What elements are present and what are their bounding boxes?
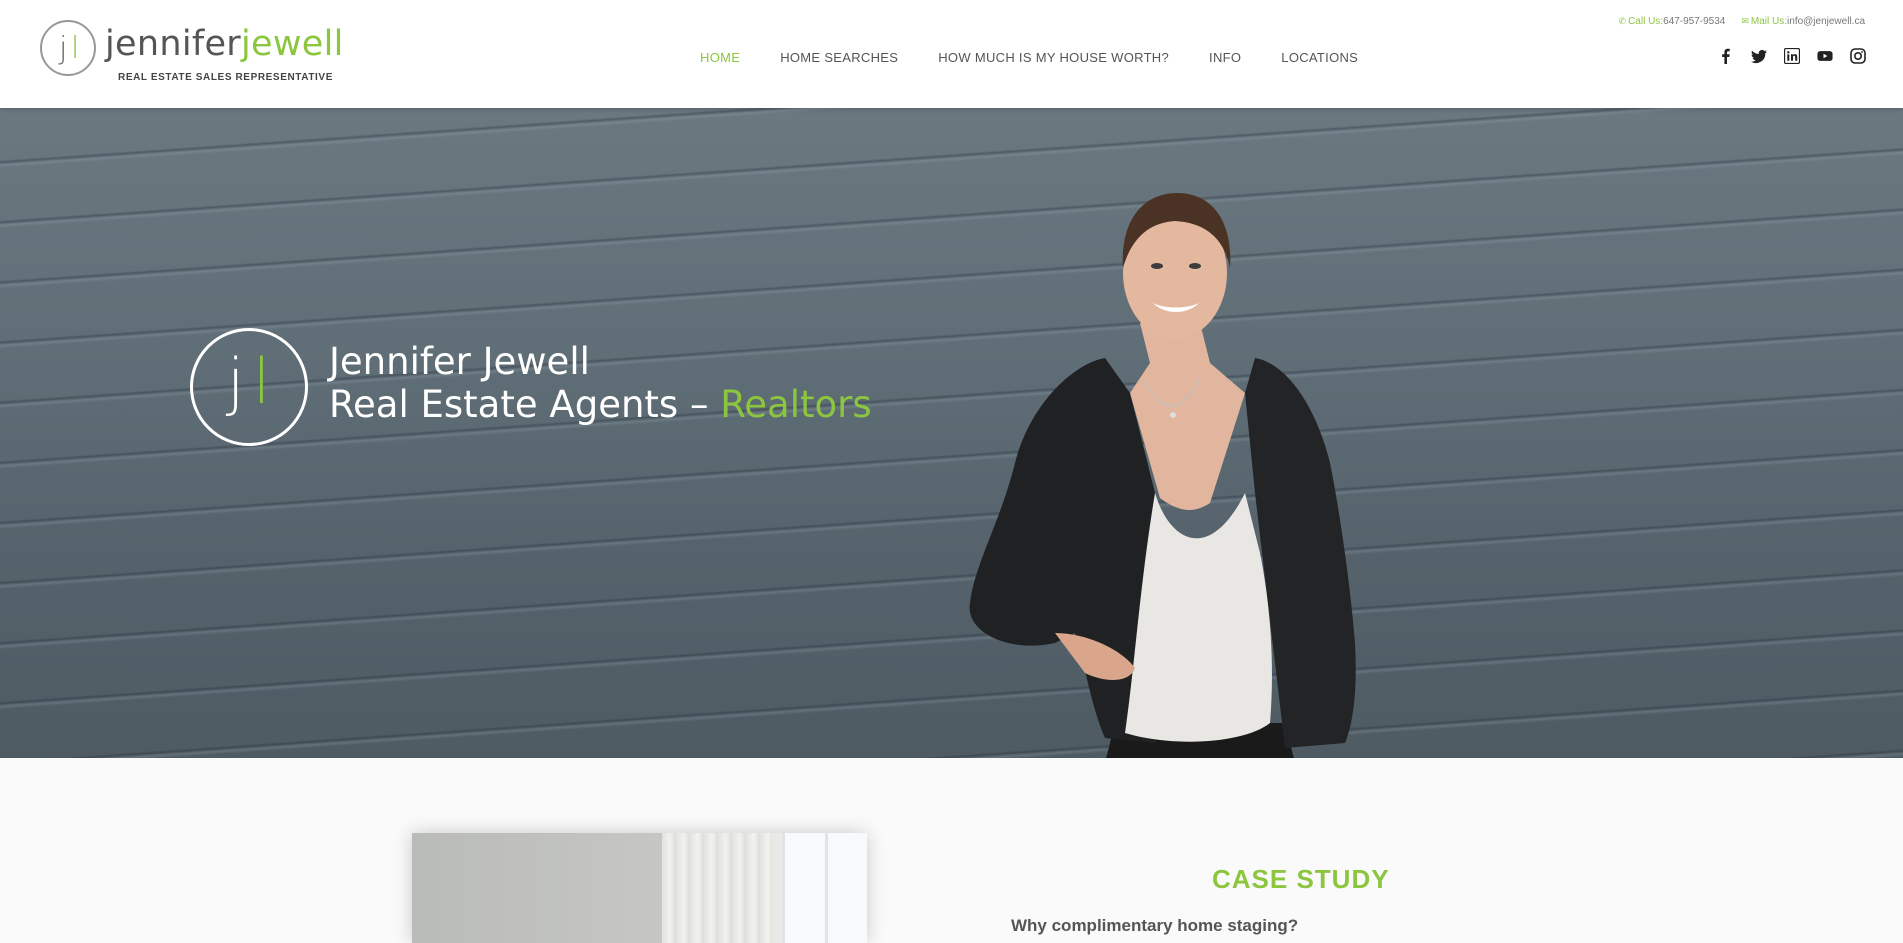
agent-photo <box>969 193 1356 758</box>
logo-name-first: jennifer <box>105 24 241 64</box>
hero-heading: Jennifer Jewell Real Estate Agents – Rea… <box>329 340 872 426</box>
call-label: Call Us: <box>1628 16 1664 27</box>
call-contact[interactable]: ✆ Call Us:647-957-9534 <box>1619 16 1726 27</box>
facebook-icon[interactable] <box>1717 47 1735 65</box>
logo-tagline: REAL ESTATE SALES REPRESENTATIVE <box>118 72 333 83</box>
case-study-title: CASE STUDY <box>1212 864 1390 894</box>
hero-logo-mark: j l <box>190 328 308 446</box>
nav-item-info[interactable]: INFO <box>1209 50 1241 65</box>
case-study-subtitle: Why complimentary home staging? <box>1011 916 1299 935</box>
site-logo[interactable]: j l jenniferjewell REAL ESTATE SALES REP… <box>40 20 360 90</box>
logo-mark-j: j <box>59 31 68 66</box>
logo-mark-circle: j l <box>40 20 96 76</box>
nav-item-locations[interactable]: LOCATIONS <box>1281 50 1358 65</box>
hero-heading-prefix: Real Estate Agents – <box>329 383 721 426</box>
hero-logo-j: j <box>227 345 245 418</box>
site-header: j l jenniferjewell REAL ESTATE SALES REP… <box>0 0 1903 108</box>
hero-heading-line2: Real Estate Agents – Realtors <box>329 383 872 426</box>
main-nav: HOME HOME SEARCHES HOW MUCH IS MY HOUSE … <box>700 50 1358 65</box>
contact-bar: ✆ Call Us:647-957-9534 ✉ Mail Us:info@jenj… <box>1619 16 1865 27</box>
nav-item-home-searches[interactable]: HOME SEARCHES <box>780 50 898 65</box>
twitter-icon[interactable] <box>1750 47 1768 65</box>
envelope-icon: ✉ <box>1741 16 1749 26</box>
mail-contact[interactable]: ✉ Mail Us:info@jenjewell.ca <box>1741 16 1865 27</box>
hero-heading-line1: Jennifer Jewell <box>329 340 590 383</box>
hero-logo-l: l <box>253 345 271 418</box>
case-study-image <box>412 833 867 943</box>
hero-banner: j l Jennifer Jewell Real Estate Agents –… <box>0 108 1903 758</box>
linkedin-icon[interactable] <box>1783 47 1801 65</box>
mail-label: Mail Us: <box>1750 16 1788 27</box>
instagram-icon[interactable] <box>1849 47 1867 65</box>
logo-mark-l: l <box>71 31 80 66</box>
youtube-icon[interactable] <box>1816 47 1834 65</box>
hero-heading-accent: Realtors <box>720 383 872 426</box>
logo-wordmark: jenniferjewell <box>105 24 344 64</box>
mail-value: info@jenjewell.ca <box>1787 16 1865 27</box>
nav-item-home[interactable]: HOME <box>700 50 740 65</box>
logo-name-last: jewell <box>241 24 344 64</box>
social-links <box>1717 47 1867 65</box>
case-study-section: CASE STUDY Why complimentary home stagin… <box>0 758 1903 943</box>
phone-icon: ✆ <box>1618 16 1627 26</box>
curtain-graphic <box>662 833 772 943</box>
window-graphic <box>782 833 867 943</box>
call-value: 647-957-9534 <box>1663 16 1726 27</box>
nav-item-house-worth[interactable]: HOW MUCH IS MY HOUSE WORTH? <box>938 50 1169 65</box>
